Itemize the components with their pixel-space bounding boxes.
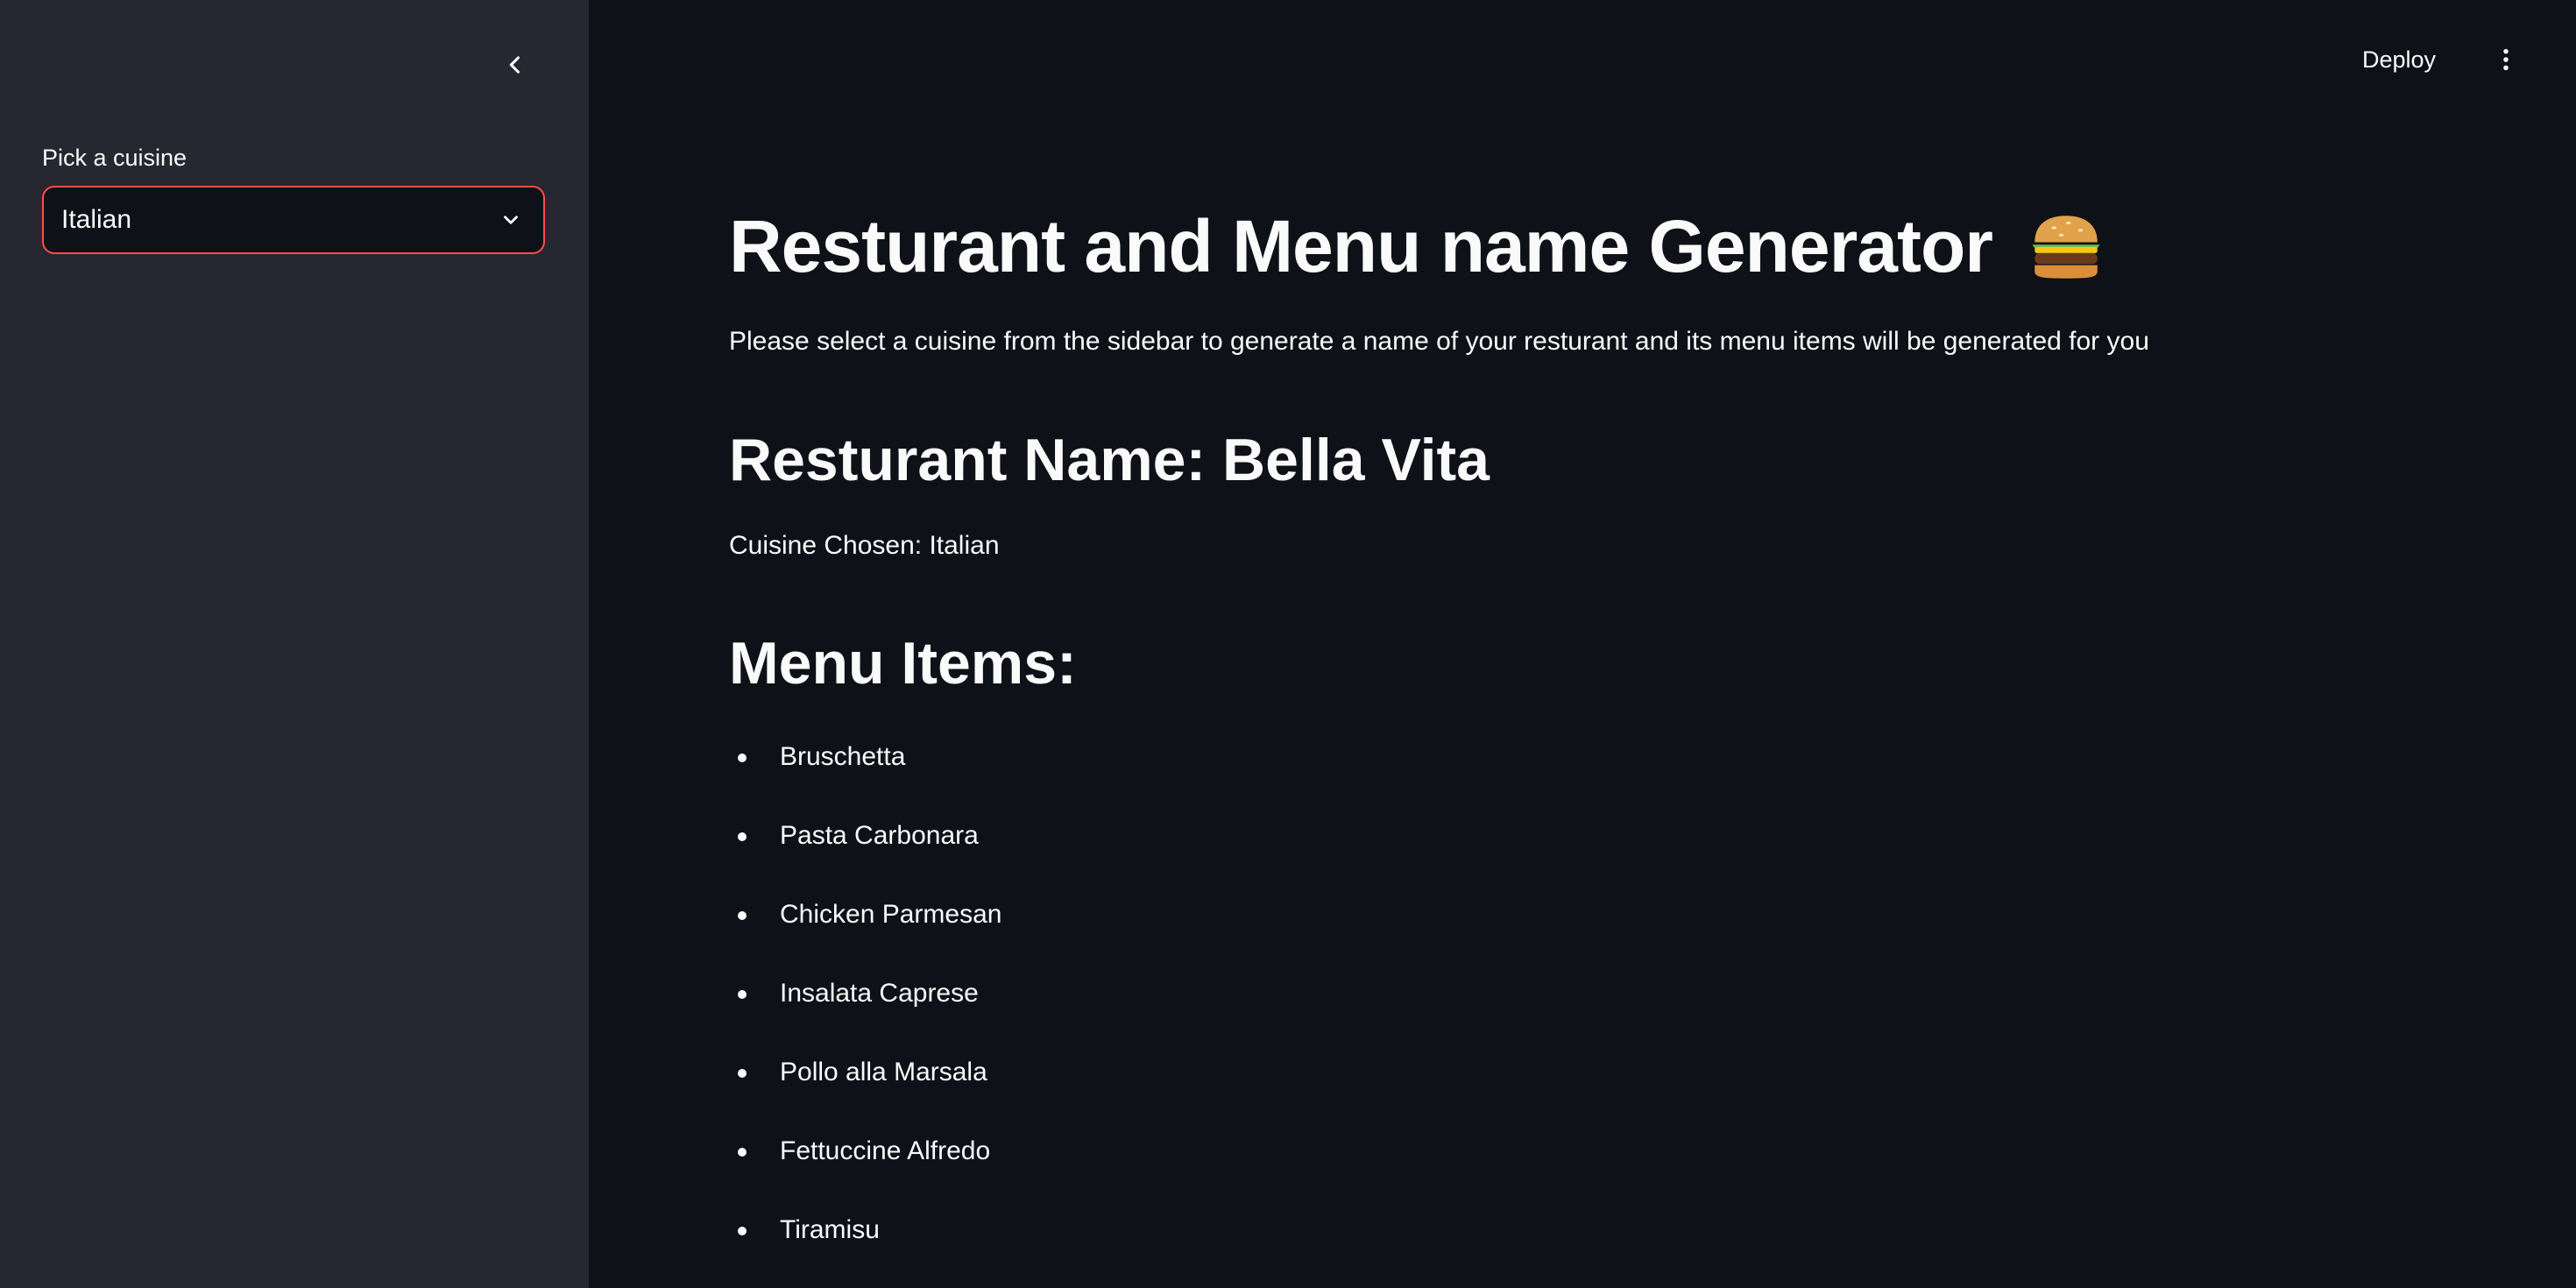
chevron-left-icon	[509, 56, 520, 74]
cuisine-select-value: Italian	[61, 205, 132, 234]
list-item: Fettuccine Alfredo	[729, 1129, 1001, 1207]
list-item: Bruschetta	[729, 734, 1001, 813]
burger-icon	[2032, 216, 2100, 279]
list-item: Pasta Carbonara	[729, 813, 1001, 892]
list-item: Pollo alla Marsala	[729, 1050, 1001, 1129]
page-subtitle: Please select a cuisine from the sidebar…	[729, 327, 2149, 356]
main-menu-button[interactable]	[2485, 39, 2527, 81]
app-window: Pick a cuisine Italian Deploy Resturant …	[0, 0, 2576, 1288]
main-area: Deploy Resturant and Menu name Generator	[589, 0, 2576, 1288]
cuisine-select-label: Pick a cuisine	[42, 145, 188, 171]
list-item: Insalata Caprese	[729, 971, 1001, 1050]
deploy-button[interactable]: Deploy	[2362, 39, 2436, 81]
list-item: Chicken Parmesan	[729, 892, 1001, 971]
restaurant-name-heading: Resturant Name: Bella Vita	[729, 427, 1490, 493]
menu-items-list: Bruschetta Pasta Carbonara Chicken Parme…	[729, 734, 1001, 1286]
cuisine-chosen-text: Cuisine Chosen: Italian	[729, 531, 1000, 560]
sidebar: Pick a cuisine Italian	[0, 0, 589, 1288]
collapse-sidebar-button[interactable]	[496, 46, 534, 84]
menu-items-heading: Menu Items:	[729, 630, 1077, 697]
page-title-text: Resturant and Menu name Generator	[729, 205, 1993, 287]
chevron-down-icon	[496, 205, 526, 235]
vertical-dots-icon	[2503, 48, 2509, 71]
cuisine-select[interactable]: Italian	[42, 186, 545, 254]
page-title: Resturant and Menu name Generator	[729, 198, 2105, 294]
list-item: Tiramisu	[729, 1207, 1001, 1286]
